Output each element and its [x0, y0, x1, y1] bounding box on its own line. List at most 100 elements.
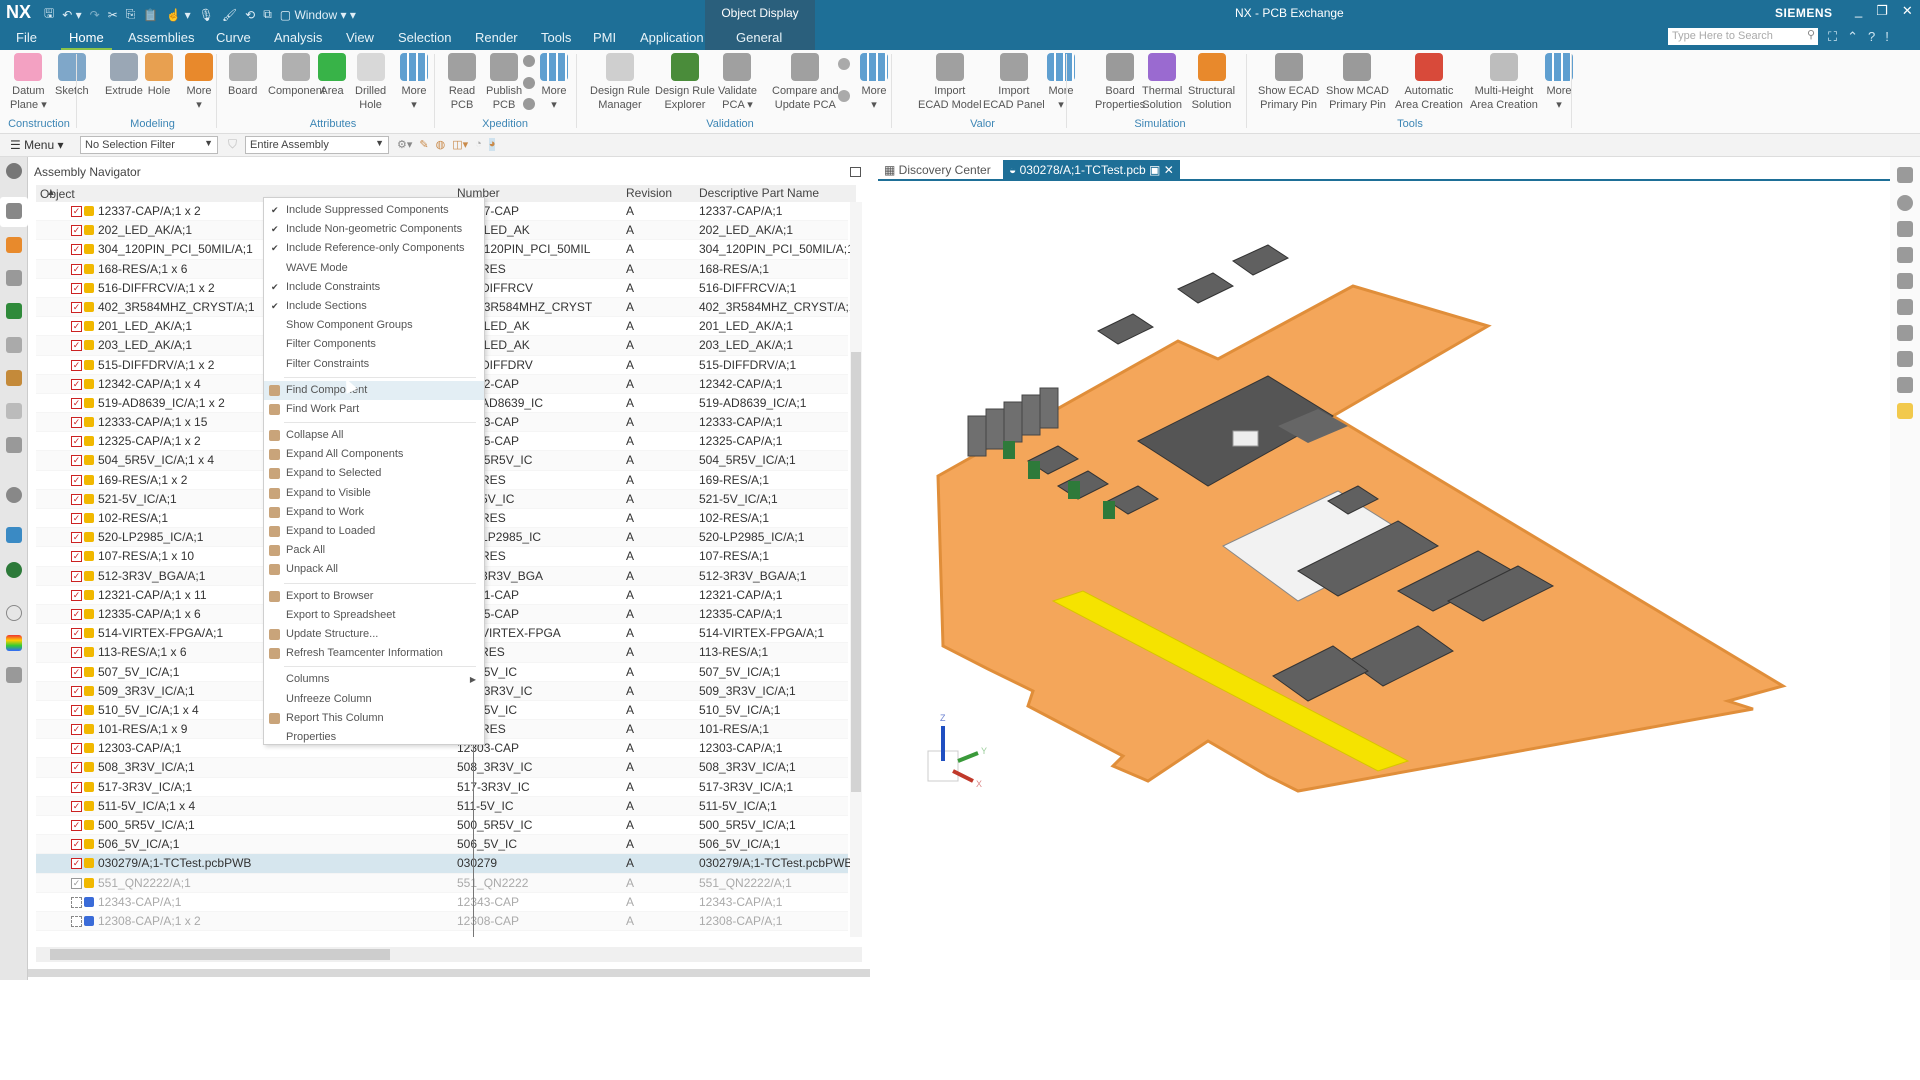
- scroll-thumb[interactable]: [50, 949, 390, 960]
- menu-item-find-work-part[interactable]: Find Work Part: [264, 400, 484, 419]
- vertical-scrollbar[interactable]: [850, 202, 862, 937]
- visibility-checkbox[interactable]: ✓: [71, 513, 82, 524]
- history-palette-icon[interactable]: [6, 337, 22, 353]
- menu-item-include-non-geometric-components[interactable]: ✔ Include Non-geometric Components: [264, 220, 484, 239]
- datum-plane-button[interactable]: Datum Plane ▾: [10, 53, 47, 112]
- system-scenes-icon[interactable]: [6, 527, 22, 543]
- selection-filter-dropdown[interactable]: No Selection Filter ▼: [80, 136, 218, 154]
- extrude-button[interactable]: Extrude: [105, 53, 143, 98]
- save-icon[interactable]: 🖫: [44, 4, 54, 25]
- select-feature-icon[interactable]: ✎: [419, 138, 428, 151]
- menu-item-unfreeze-column[interactable]: Unfreeze Column: [264, 690, 484, 709]
- validate-pca-button[interactable]: Validate PCA ▾: [718, 53, 757, 112]
- menu-item-report-this-column[interactable]: Report This Column: [264, 709, 484, 728]
- visibility-checkbox[interactable]: [71, 915, 82, 927]
- table-row[interactable]: 12343-CAP/A;1 12343-CAP A 12343-CAP/A;1: [36, 893, 848, 912]
- more-grid-button[interactable]: More ▾: [1545, 53, 1573, 112]
- close-button[interactable]: ✕: [1902, 3, 1913, 19]
- visibility-checkbox[interactable]: [71, 896, 82, 908]
- table-row[interactable]: ✓ 551_QN2222/A;1 551_QN2222 A 551_QN2222/A;1: [36, 873, 848, 893]
- select-face-icon[interactable]: ◫▾: [452, 138, 468, 151]
- minimize-button[interactable]: _: [1855, 3, 1862, 19]
- table-row[interactable]: ✓ 500_5R5V_IC/A;1 500_5R5V_IC A 500_5R5V_IC/…: [36, 816, 848, 836]
- menu-item-filter-components[interactable]: Filter Components: [264, 335, 484, 354]
- menu-item-show-component-groups[interactable]: Show Component Groups: [264, 316, 484, 335]
- touch-mode-icon[interactable]: ☝ ▾: [166, 8, 190, 22]
- more-grid-button[interactable]: More ▾: [860, 53, 888, 112]
- visibility-checkbox[interactable]: ✓: [71, 301, 82, 313]
- settings-gear-icon[interactable]: [1897, 195, 1913, 211]
- visibility-checkbox[interactable]: ✓: [71, 359, 82, 371]
- menu-item-include-reference-only-components[interactable]: ✔ Include Reference-only Components: [264, 239, 484, 258]
- table-row[interactable]: ✓ 506_5V_IC/A;1 506_5V_IC A 506_5V_IC/A;1: [36, 835, 848, 855]
- more-button[interactable]: More ▾: [185, 53, 213, 112]
- collapse-ribbon-icon[interactable]: ⌃: [1847, 29, 1858, 45]
- menu-item-update-structure[interactable]: Update Structure...: [264, 625, 484, 644]
- ribbon-small-tool-icon[interactable]: [523, 77, 535, 89]
- paste-icon[interactable]: 📋: [143, 8, 158, 22]
- menu-item-include-sections[interactable]: ✔ Include Sections: [264, 297, 484, 316]
- horizontal-scrollbar[interactable]: [36, 947, 862, 962]
- tab-active-part[interactable]: ◒ 030278/A;1-TCTest.pcb ▣ ✕: [1003, 160, 1180, 180]
- table-row[interactable]: ✓ 511-5V_IC/A;1 x 4 511-5V_IC A 511-5V_IC/A;…: [36, 796, 848, 816]
- menu-item-properties[interactable]: Properties: [264, 728, 484, 747]
- select-component-icon[interactable]: ⚙▾: [397, 138, 412, 151]
- visibility-checkbox[interactable]: ✓: [71, 877, 82, 889]
- share-icon[interactable]: [1897, 299, 1913, 315]
- tab-view[interactable]: View: [346, 30, 374, 45]
- menu-item-export-to-spreadsheet[interactable]: Export to Spreadsheet: [264, 606, 484, 625]
- tab-file[interactable]: File: [16, 30, 37, 45]
- visibility-checkbox[interactable]: ✓: [71, 743, 82, 755]
- pcb-tool-3-icon[interactable]: [1897, 351, 1913, 367]
- tab-application[interactable]: Application: [640, 30, 704, 45]
- menu-item-expand-to-work[interactable]: Expand to Work: [264, 503, 484, 522]
- visibility-checkbox[interactable]: ✓: [71, 282, 82, 294]
- drilled-hole-button[interactable]: Drilled Hole: [355, 53, 386, 112]
- menu-item-include-suppressed-components[interactable]: ✔ Include Suppressed Components: [264, 201, 484, 220]
- visibility-checkbox[interactable]: ✓: [71, 397, 82, 409]
- menu-item-wave-mode[interactable]: WAVE Mode: [264, 259, 484, 278]
- tab-analysis[interactable]: Analysis: [274, 30, 322, 45]
- close-tab-icon[interactable]: ✕: [1164, 163, 1174, 177]
- visibility-checkbox[interactable]: ✓: [71, 474, 82, 486]
- layers-icon[interactable]: [1897, 403, 1913, 419]
- visibility-checkbox[interactable]: ✓: [71, 685, 82, 697]
- menu-item-export-to-browser[interactable]: Export to Browser: [264, 587, 484, 606]
- visibility-checkbox[interactable]: ✓: [71, 436, 82, 448]
- select-pick-icon[interactable]: ◕: [488, 138, 496, 151]
- visibility-checkbox[interactable]: ✓: [71, 858, 82, 870]
- visibility-checkbox[interactable]: ✓: [71, 321, 82, 333]
- visibility-checkbox[interactable]: ✓: [71, 551, 82, 563]
- filter-icon[interactable]: ⛉: [228, 137, 237, 152]
- visibility-checkbox[interactable]: ✓: [71, 417, 82, 429]
- paint-icon[interactable]: 🖌: [222, 8, 237, 22]
- automatic-area-creation-button[interactable]: Automatic Area Creation: [1395, 53, 1463, 112]
- navigator-preview-splitter[interactable]: [28, 969, 870, 977]
- pcb-tool-4-icon[interactable]: [1897, 377, 1913, 393]
- reuse-library-icon[interactable]: [6, 370, 22, 386]
- multi-height-area-creation-button[interactable]: Multi-Height Area Creation: [1470, 53, 1538, 112]
- properties-icon[interactable]: [1897, 273, 1913, 289]
- visibility-checkbox[interactable]: ✓: [71, 206, 82, 217]
- column-object[interactable]: Object ▲: [40, 186, 75, 201]
- menu-item-expand-to-loaded[interactable]: Expand to Loaded: [264, 522, 484, 541]
- tab-discovery-center[interactable]: ▦ Discovery Center: [878, 160, 997, 180]
- visibility-checkbox[interactable]: ✓: [71, 532, 82, 544]
- tab-pmi[interactable]: PMI: [593, 30, 616, 45]
- lock-icon[interactable]: ▣: [1149, 163, 1160, 177]
- undo-icon[interactable]: ↶ ▾: [62, 8, 81, 22]
- pcb-tool-2-icon[interactable]: [1897, 247, 1913, 263]
- teamcenter-icon[interactable]: [6, 562, 22, 578]
- constraint-navigator-icon[interactable]: [6, 237, 22, 253]
- sketch-button[interactable]: Sketch: [55, 53, 89, 98]
- visibility-checkbox[interactable]: ✓: [71, 704, 82, 716]
- table-row[interactable]: 12308-CAP/A;1 x 2 12308-CAP A 12308-CAP/A;1: [36, 911, 848, 932]
- visibility-checkbox[interactable]: ✓: [71, 647, 82, 659]
- ribbon-small-tool-icon[interactable]: [523, 55, 535, 67]
- visibility-checkbox[interactable]: ✓: [71, 570, 82, 582]
- structure-tools-icon[interactable]: [6, 667, 22, 683]
- show-mcad-primary-pin-button[interactable]: Show MCAD Primary Pin: [1326, 53, 1389, 112]
- tab-home[interactable]: Home: [61, 30, 112, 50]
- more-grid-button[interactable]: More ▾: [1047, 53, 1075, 112]
- repeat-command-icon[interactable]: ⟲: [245, 8, 255, 22]
